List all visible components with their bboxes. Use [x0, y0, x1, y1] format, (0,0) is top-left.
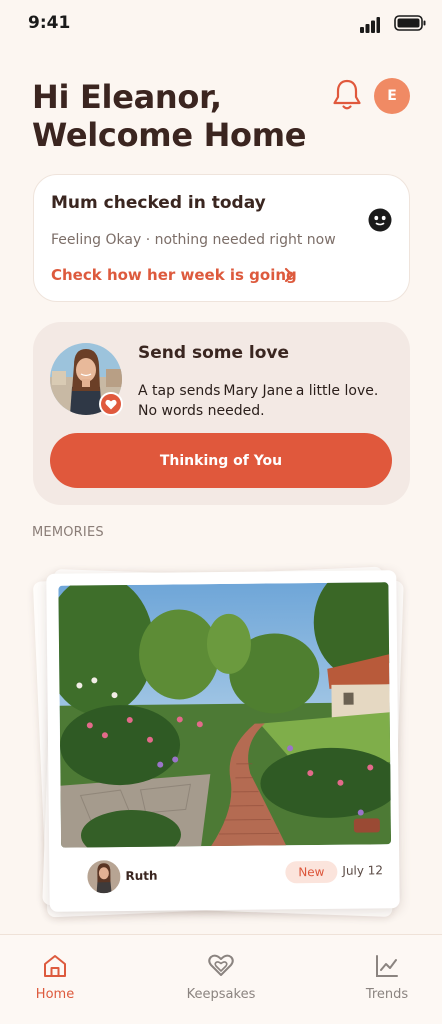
send-love-description: A tap sends Mary Jane a little love. No wo… — [138, 381, 398, 421]
checkin-status: Feeling Okay · nothing needed right now — [51, 232, 336, 248]
avatar[interactable]: E — [374, 78, 410, 114]
status-bar: 9:41 — [0, 0, 442, 48]
status-time: 9:41 — [28, 13, 71, 33]
tab-trends[interactable]: Trends — [337, 935, 437, 1024]
tab-home[interactable]: Home — [5, 935, 105, 1024]
mood-face-icon — [368, 208, 392, 232]
memory-date: July 12 — [342, 863, 384, 878]
bell-icon[interactable] — [331, 78, 363, 112]
tab-keepsakes[interactable]: Keepsakes — [171, 935, 271, 1024]
check-week-link[interactable]: Check how her week is going — [51, 266, 297, 284]
tab-home-label: Home — [35, 987, 75, 1002]
home-icon — [44, 955, 66, 977]
heart-icon — [208, 954, 234, 976]
send-love-card: Send some love A tap sends Mary Jane a lit… — [33, 322, 410, 505]
battery-icon — [394, 15, 426, 31]
love-text-before: A tap sends — [138, 383, 221, 399]
chart-icon — [376, 955, 398, 977]
chevron-right-icon[interactable] — [284, 267, 294, 283]
love-text-line2: No words needed. — [138, 403, 265, 419]
memory-author: Ruth — [125, 868, 158, 884]
greeting-line-2: Welcome Home — [32, 116, 307, 154]
checkin-title: Mum checked in today — [51, 193, 266, 213]
thinking-of-you-button[interactable]: Thinking of You — [50, 433, 392, 488]
memory-photo — [58, 582, 392, 848]
memory-card[interactable]: Ruth New July 12 — [46, 570, 400, 912]
bottom-tab-bar: Home Keepsakes Trends — [0, 934, 442, 1024]
memories-section-label: MEMORIES — [32, 525, 104, 540]
recipient-name: Mary Jane — [223, 383, 293, 399]
tab-keepsakes-label: Keepsakes — [186, 987, 256, 1002]
send-love-title: Send some love — [138, 343, 290, 363]
tab-trends-label: Trends — [365, 987, 409, 1002]
greeting-line-1: Hi Eleanor, — [32, 78, 222, 116]
new-badge: New — [285, 860, 338, 884]
author-avatar — [87, 860, 121, 894]
checkin-card: Mum checked in today Feeling Okay · noth… — [33, 174, 410, 302]
love-text-after: a little love. — [295, 383, 379, 399]
page-title: Hi Eleanor, Welcome Home — [32, 78, 332, 154]
signal-icon — [360, 17, 380, 33]
heart-badge-icon — [99, 392, 123, 416]
